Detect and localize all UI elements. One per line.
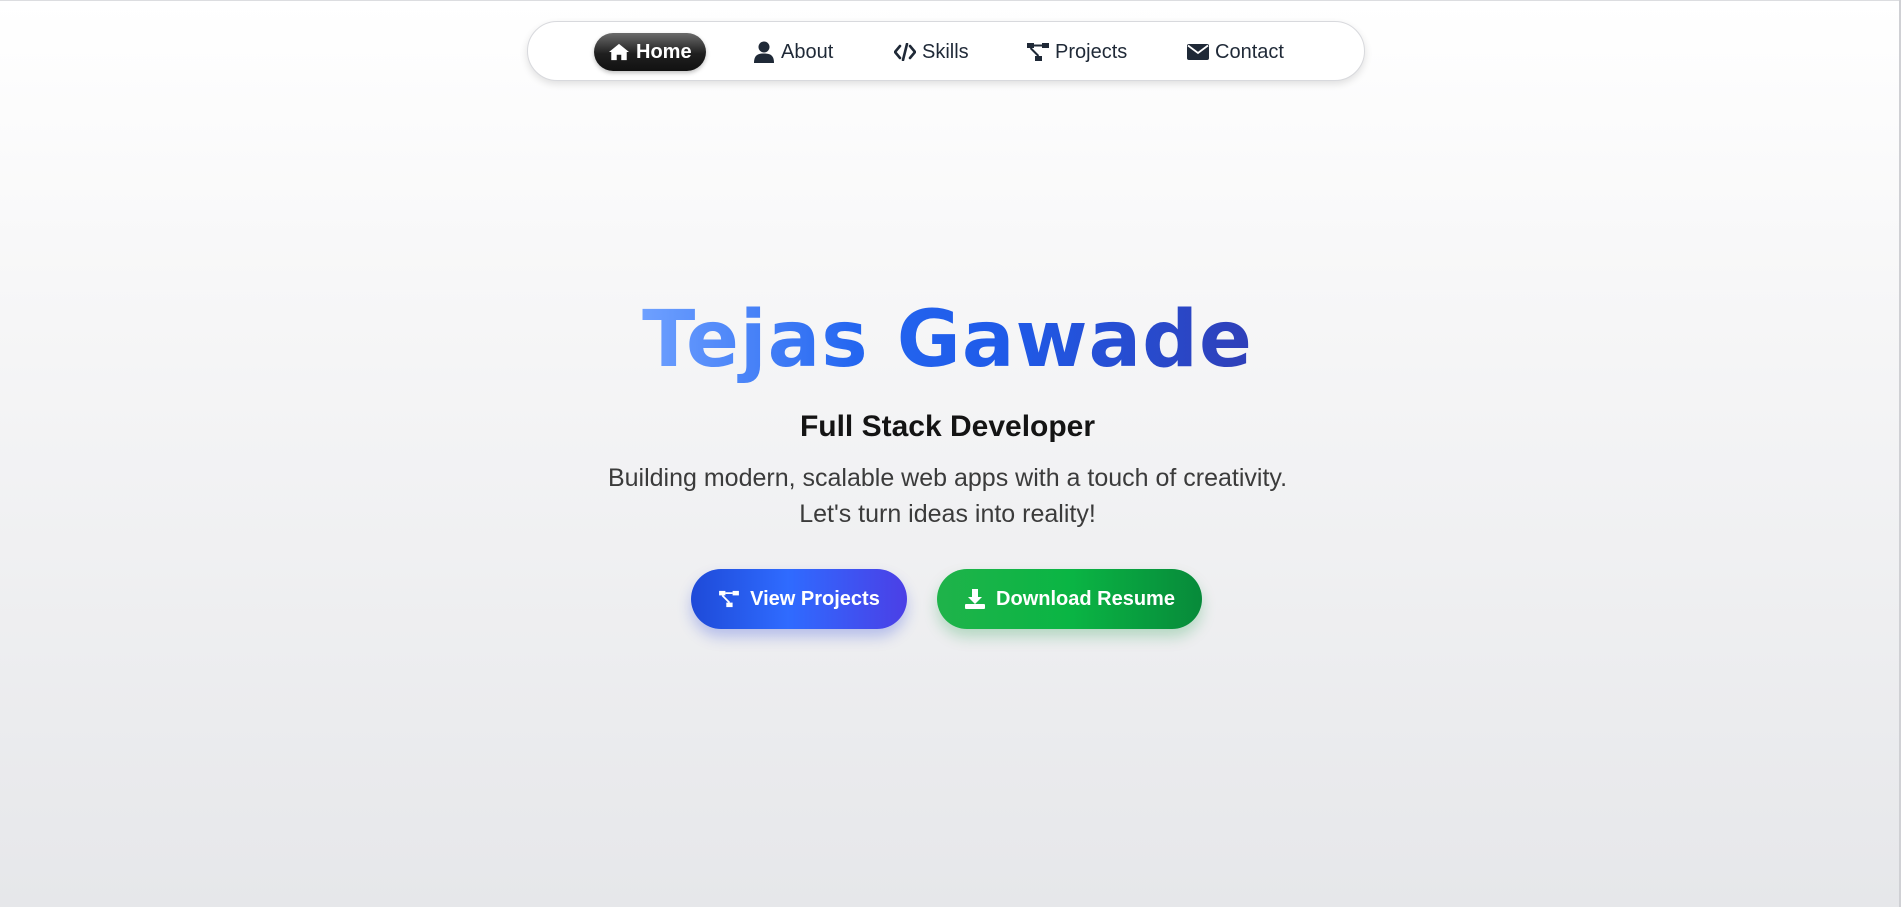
nav-item-label: Skills — [922, 40, 969, 63]
nav-item-label: Contact — [1215, 40, 1284, 63]
view-projects-label: View Projects — [750, 587, 880, 610]
user-icon — [753, 41, 775, 63]
download-icon — [964, 588, 986, 610]
envelope-icon — [1187, 41, 1209, 63]
nav-item-label: About — [781, 40, 834, 63]
hero-role: Full Stack Developer — [799, 410, 1096, 443]
nav-item-label: Projects — [1055, 40, 1128, 63]
hero-description-line: Building modern, scalable web apps with … — [607, 464, 1288, 492]
hero-description-line: Let's turn ideas into reality! — [799, 500, 1096, 528]
top-border — [0, 0, 1901, 1]
nav-item-home[interactable]: Home — [594, 33, 706, 71]
download-resume-label: Download Resume — [996, 587, 1175, 610]
project-diagram-icon — [1027, 41, 1049, 63]
nav-item-contact[interactable]: Contact — [1187, 33, 1284, 71]
nav-item-about[interactable]: About — [753, 33, 833, 71]
download-resume-button[interactable]: Download Resume — [937, 569, 1202, 629]
home-icon — [608, 41, 630, 63]
view-projects-button[interactable]: View Projects — [691, 569, 907, 629]
nav-item-projects[interactable]: Projects — [1027, 33, 1127, 71]
hero-description: Building modern, scalable web apps with … — [0, 460, 1895, 532]
nav-item-skills[interactable]: Skills — [894, 33, 969, 71]
project-diagram-icon — [718, 588, 740, 610]
code-icon — [894, 41, 916, 63]
main-navbar: Home About Skills Projects Contact — [527, 21, 1365, 81]
nav-item-label: Home — [636, 40, 692, 63]
hero-name-text: Tejas Gawade — [642, 295, 1253, 385]
hero-name: Tejas Gawade — [0, 292, 1895, 388]
